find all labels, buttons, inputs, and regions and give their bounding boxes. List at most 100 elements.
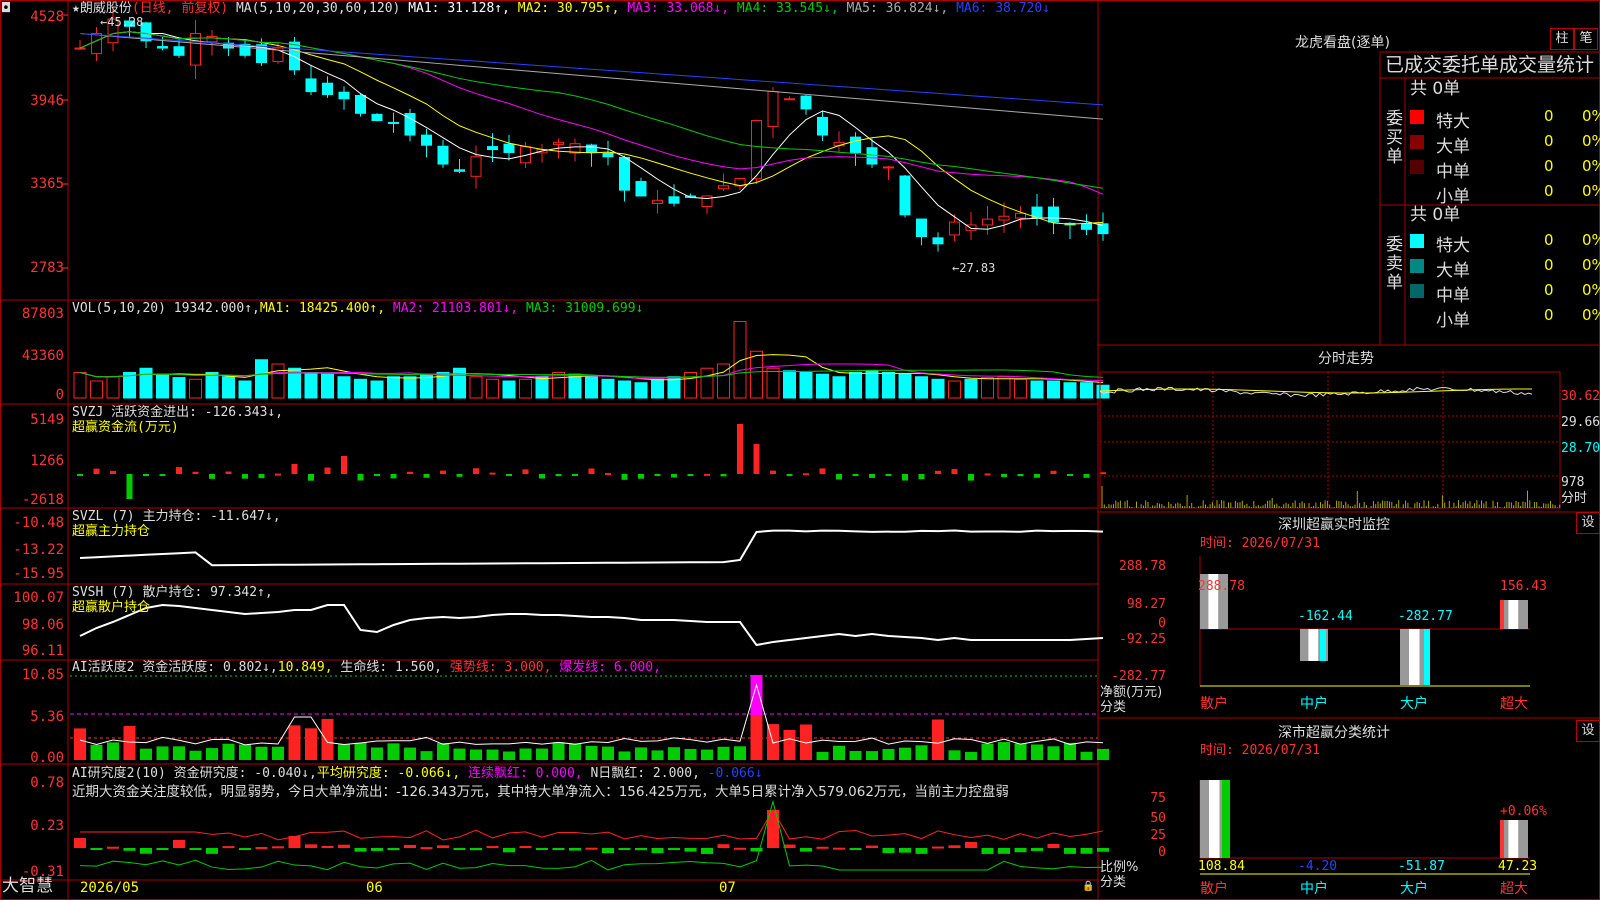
flow-bar [110,470,116,474]
activity-bar [338,744,350,760]
volume-bar [189,378,202,399]
candle-body [1015,212,1026,219]
row-pct: 0% [1582,182,1600,200]
volume-bar [915,376,928,399]
brand-label[interactable]: 大智慧 [2,878,53,895]
research-bar [321,846,334,849]
svsh-axis-label: 96.11 [21,643,64,659]
research-bar [371,848,383,851]
candle-body [701,195,713,207]
flow-bar [407,471,413,474]
main-position-line [79,529,1104,567]
research-bar [420,847,433,850]
monitor-settings-button[interactable]: 设 [1576,512,1600,534]
flow-bar [605,473,611,476]
flow-bar [654,474,661,476]
volume-bar [370,380,384,399]
row-pct: 0% [1582,157,1600,175]
main-axis-label: 3946 [30,93,64,109]
intraday-axis-label: 29.66 [1561,415,1600,430]
svzl-axis-label: -10.48 [13,515,64,531]
monitor-category: 中户 [1300,696,1328,712]
activity-bar [140,748,152,760]
research-bar [866,845,878,848]
research-bar [1047,844,1060,848]
flow-bar [209,474,215,479]
candle-body [800,95,812,110]
candle-body [1081,223,1092,230]
period-label[interactable]: (日线, 前复权) [132,1,228,16]
flow-bar [522,469,529,474]
activity-bar [486,749,499,760]
monitor-category: 大户 [1400,696,1428,712]
activity-bar [849,751,862,760]
research-bar [750,848,763,852]
candle-body [289,41,300,71]
stats-axis-label: 75 [1150,791,1166,806]
stats-category: 中户 [1300,881,1328,897]
bar-mode-button[interactable]: 柱 [1550,28,1574,50]
research-bar [965,842,977,848]
ai1-header: AI活跃度2 资金活跃度: 0.802↓,10.849, 生命线: 1.560,… [72,660,661,675]
activity-bar [470,749,482,760]
activity-bar [387,743,400,760]
candle-body [619,156,630,191]
flow-bar [242,474,248,479]
candle-body [322,82,333,95]
candle-body [553,141,564,145]
lock-icon[interactable]: 🔒 [1082,882,1094,892]
flow-bar [126,474,133,499]
frame [0,0,1600,900]
flow-bar [473,468,479,474]
activity-bar [222,743,235,760]
svzj-header: SVZJ 活跃资金进出: -126.343↓, [72,405,284,420]
stats-settings-button[interactable]: 设 [1576,720,1600,742]
intraday-axis-label: 30.62 [1561,389,1600,404]
ma-line [79,31,1104,195]
flow-bar [93,468,100,474]
monitor-value: 156.43 [1500,579,1547,594]
chart-canvas[interactable] [0,0,1600,900]
stats-bar-accent [1222,780,1230,858]
candle-body [470,156,482,177]
volume-bar [304,372,318,399]
research-bar [651,848,664,854]
stats-bar-shine [1508,820,1519,858]
svsh-header: SVSH (7) 散户持仓: 97.342↑, [72,585,273,600]
flow-bar [935,470,941,474]
volume-bar [568,373,582,399]
monitor-axis-label: 288.78 [1119,559,1166,574]
flow-bar [440,470,446,474]
row-count: 0 [1544,157,1554,175]
research-bar [734,847,746,850]
svzl-header: SVZL (7) 主力持仓: -11.647↓, [72,509,281,524]
color-swatch [1410,160,1424,174]
activity-bar [404,747,416,760]
activity-bar [189,750,202,760]
row-name: 大单 [1436,137,1470,157]
volume-bar [90,380,103,399]
volume-bar [271,363,285,399]
activity-bar [998,742,1010,760]
activity-bar [552,742,565,760]
stock-title[interactable]: ★朗威股份(日线, 前复权) MA(5,10,20,30,60,120) MA1… [72,2,1050,15]
research-bar [635,848,647,851]
tick-mode-button[interactable]: 笔 [1574,28,1598,50]
flow-bar [770,470,776,474]
vol-header: VOL(5,10,20) 19342.000↑,MA1: 18425.400↑,… [72,301,644,316]
stats-value: 47.23 [1498,859,1538,874]
research-bar [453,848,466,850]
monitor-value: -282.77 [1398,609,1453,624]
flow-bar [720,474,727,477]
flow-bar [803,473,809,476]
flow-bar [786,474,793,476]
activity-bar [734,746,746,760]
candle-body [503,143,515,153]
monitor-value: 288.78 [1198,579,1245,594]
volume-bar [403,376,417,399]
research-bar [503,848,515,853]
research-bar [585,847,598,850]
monitor-axis-label: -282.77 [1111,669,1166,684]
intraday-axis-label: 978 [1561,475,1585,490]
volume-bar [799,372,813,399]
